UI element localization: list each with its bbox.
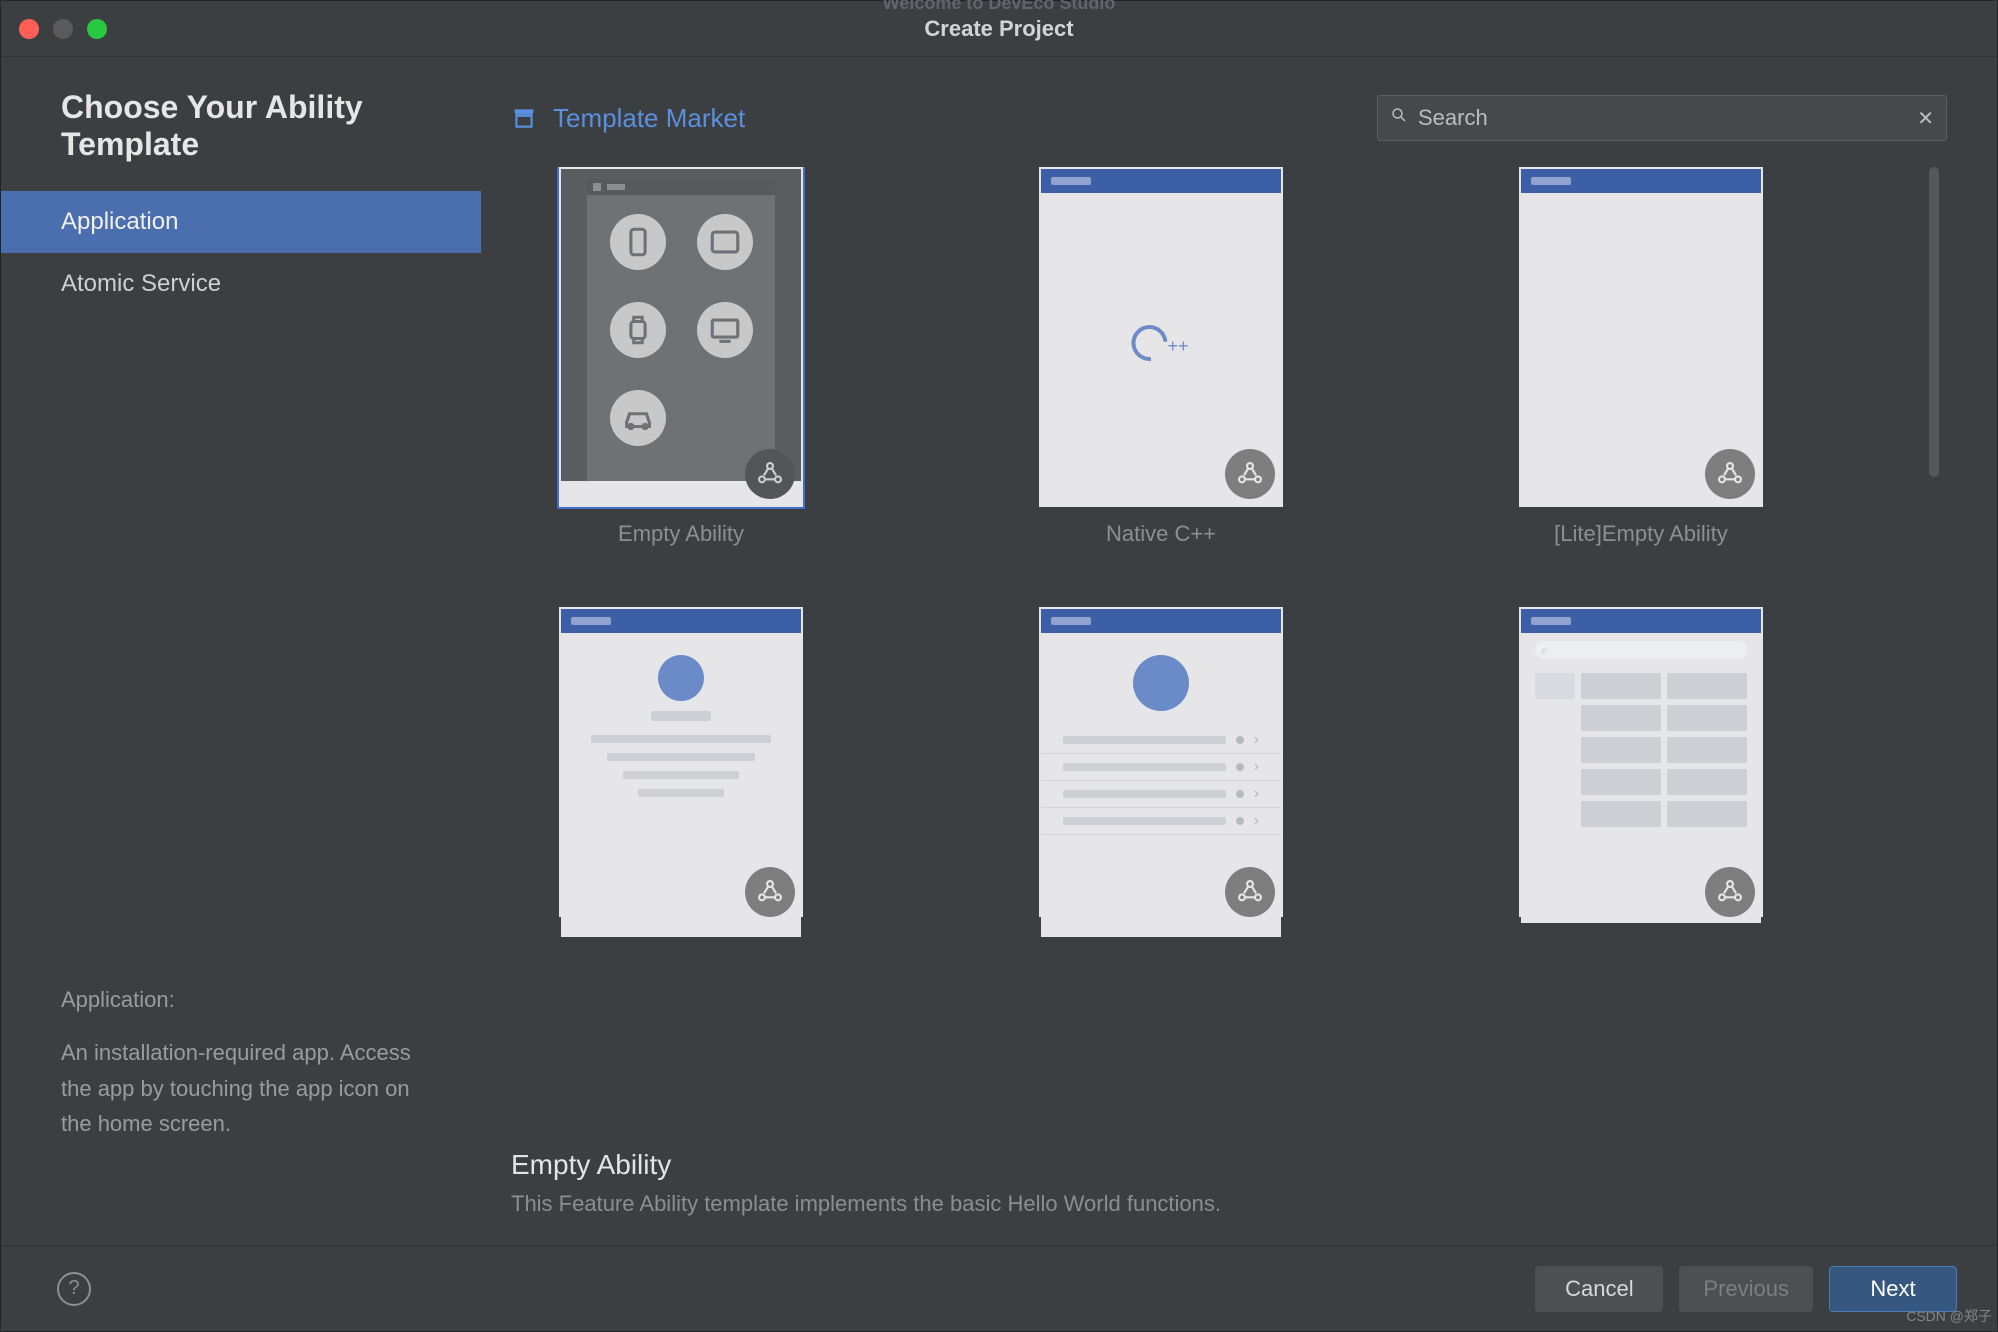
selected-template-info: Empty Ability This Feature Ability templ… <box>511 1125 1947 1245</box>
template-grid: Empty Ability ++ Native C++ <box>511 167 1947 937</box>
template-card-native-cpp[interactable]: ++ Native C++ <box>991 167 1331 547</box>
page-heading: Choose Your Ability Template <box>1 89 481 191</box>
search-icon <box>1390 106 1408 130</box>
share-badge-icon <box>1705 867 1755 917</box>
selected-template-title: Empty Ability <box>511 1149 1947 1181</box>
share-badge-icon <box>1225 867 1275 917</box>
minimize-window-icon <box>53 19 73 39</box>
desc-label: Application: <box>61 982 421 1017</box>
template-thumb <box>1519 167 1763 507</box>
zoom-window-icon[interactable] <box>87 19 107 39</box>
watermark-text: CSDN @郑子 <box>1906 1306 1992 1326</box>
tab-application[interactable]: Application <box>1 191 481 253</box>
clear-search-icon[interactable]: ✕ <box>1917 106 1934 131</box>
share-badge-icon <box>1705 449 1755 499</box>
template-thumb: ++ <box>1039 167 1283 507</box>
template-card-5[interactable]: › › › › <box>991 607 1331 917</box>
main-toolbar: Template Market ✕ <box>511 95 1947 141</box>
template-thumb: › › › › <box>1039 607 1283 917</box>
share-badge-icon <box>1225 449 1275 499</box>
close-window-icon[interactable] <box>19 19 39 39</box>
watch-icon <box>610 302 666 358</box>
template-market-label: Template Market <box>553 103 745 134</box>
share-badge-icon <box>745 449 795 499</box>
template-thumb <box>559 607 803 917</box>
dialog-window: Welcome to DevEco Studio Create Project … <box>0 0 1998 1332</box>
selected-template-desc: This Feature Ability template implements… <box>511 1191 1947 1217</box>
background-app-title: Welcome to DevEco Studio <box>1 0 1997 14</box>
help-icon[interactable]: ? <box>57 1272 91 1306</box>
store-icon <box>511 105 537 131</box>
main-panel: Template Market ✕ <box>481 57 1997 1245</box>
template-thumb <box>559 167 803 507</box>
cpp-icon: ++ <box>1131 325 1190 361</box>
template-type-description: Application: An installation-required ap… <box>1 982 481 1221</box>
title-bar: Welcome to DevEco Studio Create Project <box>1 1 1997 57</box>
footer-buttons: Cancel Previous Next <box>1535 1266 1957 1312</box>
next-button[interactable]: Next <box>1829 1266 1957 1312</box>
template-card-4[interactable] <box>511 607 851 917</box>
car-icon <box>610 390 666 446</box>
dialog-body: Choose Your Ability Template Application… <box>1 57 1997 1245</box>
share-badge-icon <box>745 867 795 917</box>
phone-icon <box>610 214 666 270</box>
template-market-link[interactable]: Template Market <box>511 103 745 134</box>
search-field[interactable]: ✕ <box>1377 95 1947 141</box>
tablet-icon <box>697 214 753 270</box>
template-grid-wrap: Empty Ability ++ Native C++ <box>511 167 1947 1125</box>
template-label: [Lite]Empty Ability <box>1554 521 1728 547</box>
search-bar-preview: ⌕ <box>1535 641 1747 659</box>
sidebar: Choose Your Ability Template Application… <box>1 57 481 1245</box>
search-input[interactable] <box>1418 105 1907 131</box>
template-card-6[interactable]: ⌕ <box>1471 607 1811 917</box>
tv-icon <box>697 302 753 358</box>
desc-body: An installation-required app. Access the… <box>61 1040 411 1135</box>
template-type-tablist: Application Atomic Service <box>1 191 481 315</box>
cancel-button[interactable]: Cancel <box>1535 1266 1663 1312</box>
tab-atomic-service[interactable]: Atomic Service <box>1 253 481 315</box>
template-label: Native C++ <box>1106 521 1216 547</box>
template-label: Empty Ability <box>618 521 744 547</box>
scrollbar[interactable] <box>1929 167 1939 477</box>
template-thumb: ⌕ <box>1519 607 1763 917</box>
template-card-empty-ability[interactable]: Empty Ability <box>511 167 851 547</box>
previous-button[interactable]: Previous <box>1679 1266 1813 1312</box>
window-controls <box>19 19 107 39</box>
template-card-lite-empty-ability[interactable]: [Lite]Empty Ability <box>1471 167 1811 547</box>
dialog-footer: ? Cancel Previous Next <box>1 1245 1997 1331</box>
dialog-title: Create Project <box>924 16 1073 42</box>
